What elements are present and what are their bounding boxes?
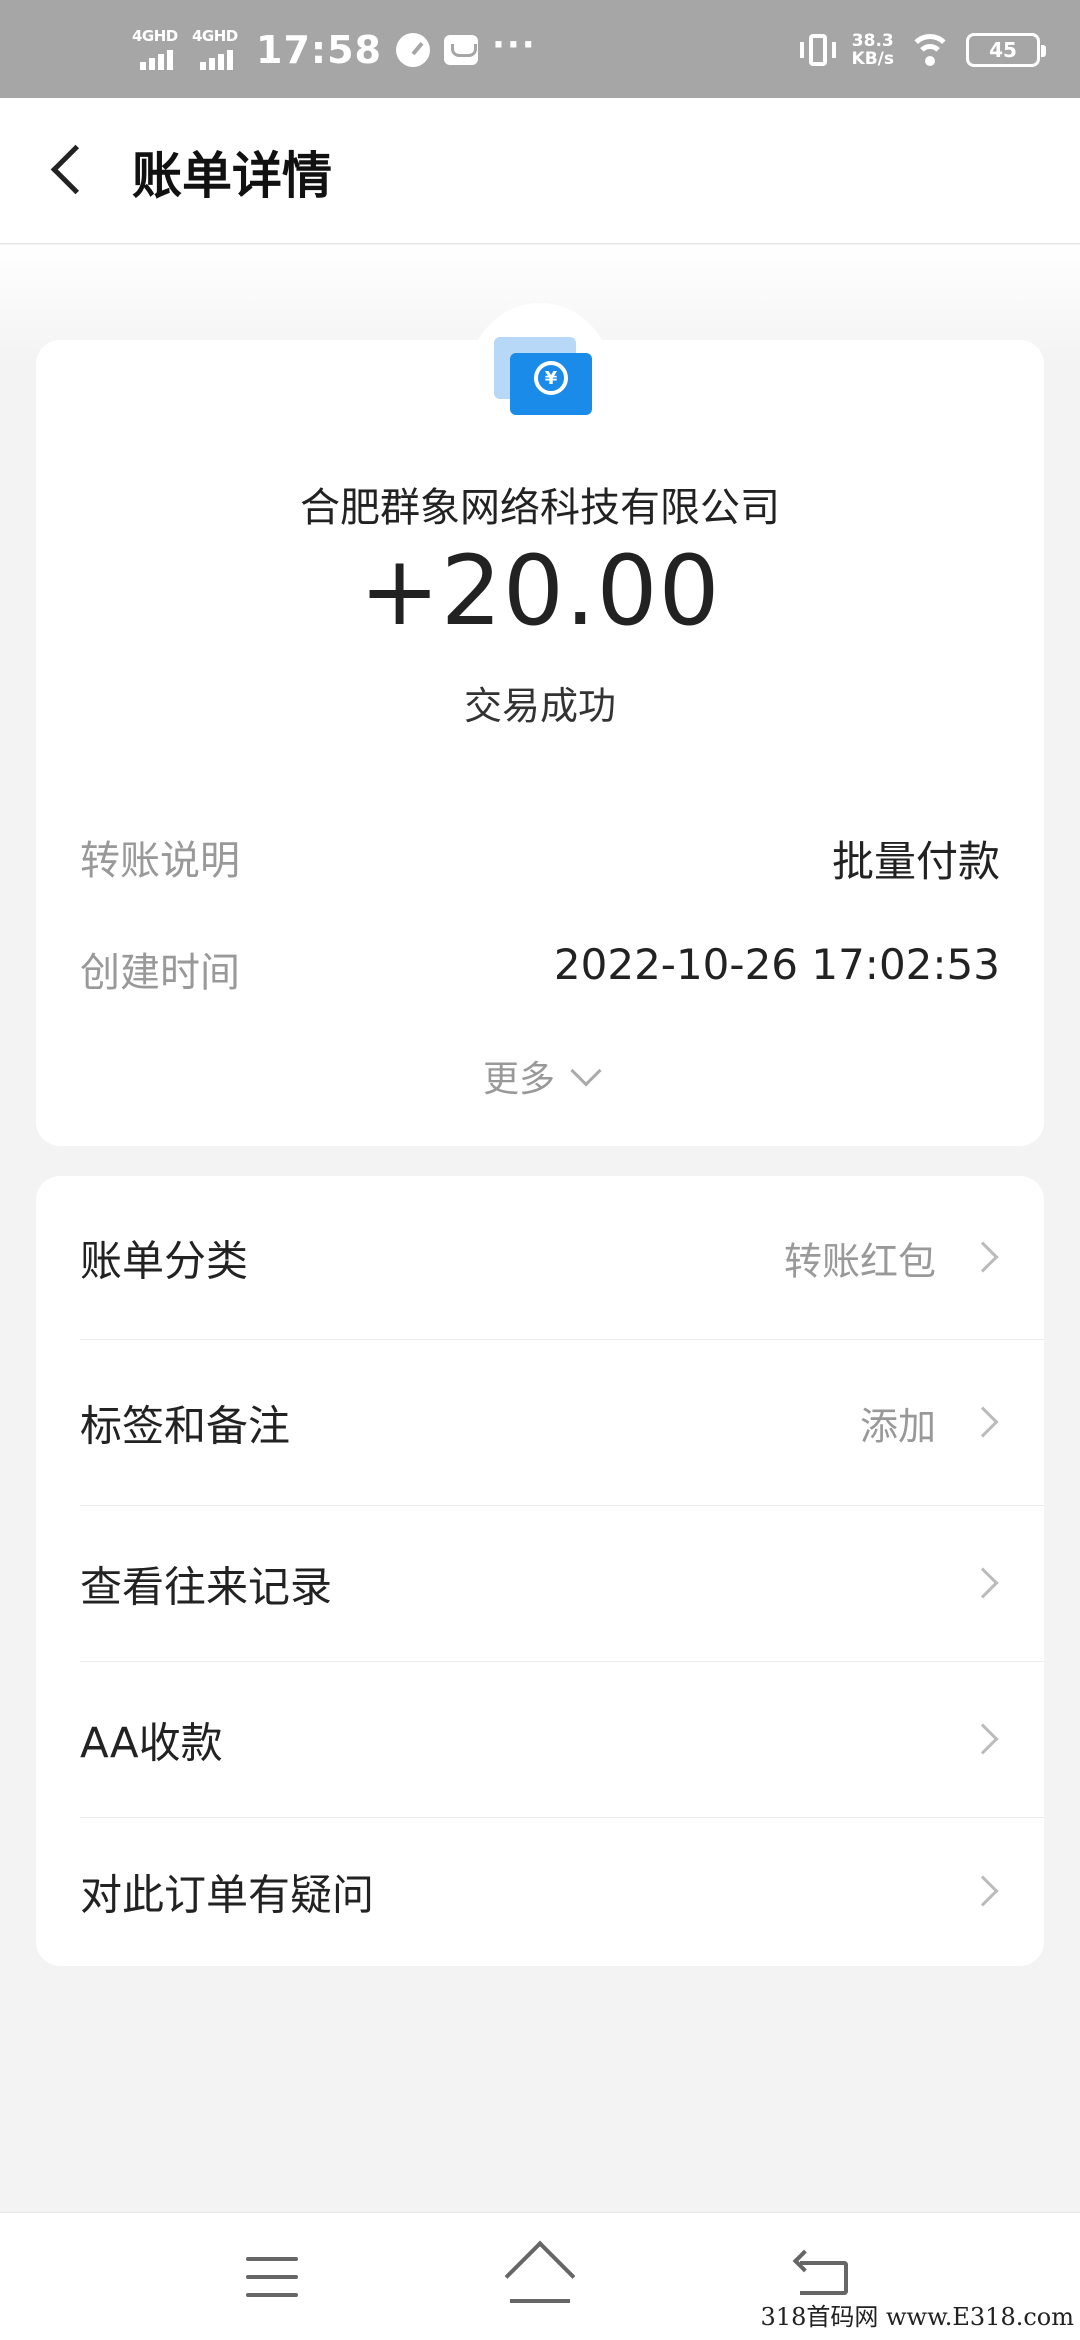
- list-item-label: 账单分类: [80, 1236, 249, 1286]
- chevron-right-icon: [967, 1241, 999, 1273]
- wifi-icon: [908, 32, 952, 68]
- more-details-toggle[interactable]: 更多: [36, 1050, 1044, 1102]
- list-item-order-question[interactable]: 对此订单有疑问: [36, 1818, 1044, 1966]
- watermark: 318首码网 www.E318.com: [760, 2303, 1074, 2331]
- back-icon[interactable]: [792, 2249, 850, 2297]
- back-arrow-icon[interactable]: [40, 140, 100, 200]
- detail-key: 转账说明: [80, 838, 240, 884]
- bill-options-list: 账单分类 转账红包 标签和备注 添加 查看往来记录 AA收款 对此订单有疑问: [36, 1176, 1044, 1966]
- transaction-status: 交易成功: [463, 684, 616, 728]
- detail-value: 批量付款: [831, 837, 1000, 886]
- signal-bars-icon: [200, 50, 233, 70]
- status-left: 4GHD 4GHD 17:58 ···: [132, 20, 537, 80]
- home-icon[interactable]: [504, 2240, 576, 2312]
- list-item-bill-category[interactable]: 账单分类 转账红包: [36, 1176, 1044, 1340]
- merchant-name: 合肥群象网络科技有限公司: [300, 485, 780, 531]
- list-item-label: 查看往来记录: [80, 1562, 333, 1612]
- chevron-right-icon: [967, 1875, 999, 1907]
- status-bar: 4GHD 4GHD 17:58 ··· 38.3 KB/s 45: [0, 0, 1080, 98]
- list-item-value: 转账红包: [783, 1239, 936, 1284]
- list-item-label: AA收款: [80, 1718, 223, 1768]
- more-label: 更多: [482, 1059, 555, 1100]
- list-item-tags-notes[interactable]: 标签和备注 添加: [36, 1340, 1044, 1506]
- more-notifications-icon: ···: [491, 25, 537, 65]
- status-time: 17:58: [256, 28, 382, 72]
- signal-icon-sim1: 4GHD: [132, 28, 178, 72]
- chevron-down-icon: [570, 1055, 602, 1087]
- page-title: 账单详情: [132, 147, 332, 205]
- vibrate-icon: [798, 32, 838, 68]
- network-speed: 38.3 KB/s: [852, 32, 894, 68]
- detail-row-created-time: 创建时间 2022-10-26 17:02:53: [80, 940, 1000, 1000]
- detail-row-transfer-note: 转账说明 批量付款: [80, 828, 1000, 888]
- list-item-view-history[interactable]: 查看往来记录: [36, 1506, 1044, 1662]
- status-right: 38.3 KB/s 45: [798, 20, 1046, 80]
- detail-value: 2022-10-26 17:02:53: [553, 940, 1000, 989]
- detail-key: 创建时间: [80, 950, 240, 996]
- transaction-amount: +20.00: [359, 535, 721, 647]
- list-item-aa-collection[interactable]: AA收款: [36, 1662, 1044, 1818]
- app-header: 账单详情: [0, 98, 1080, 244]
- network-speed-unit: KB/s: [851, 49, 894, 69]
- network-type-2: 4GHD: [192, 27, 238, 45]
- list-item-label: 对此订单有疑问: [80, 1870, 375, 1920]
- menu-icon[interactable]: [246, 2257, 298, 2297]
- transfer-icon: ¥: [494, 337, 594, 417]
- bill-summary-card: 合肥群象网络科技有限公司 +20.00 交易成功 转账说明 批量付款 创建时间 …: [36, 340, 1044, 1146]
- list-item-value: 添加: [859, 1404, 936, 1449]
- list-item-label: 标签和备注: [80, 1401, 291, 1451]
- chevron-right-icon: [967, 1567, 999, 1599]
- network-speed-value: 38.3: [851, 31, 894, 51]
- chevron-right-icon: [967, 1406, 999, 1438]
- battery-level: 45: [989, 38, 1017, 62]
- speedometer-icon: [395, 33, 430, 67]
- merchant-logo: ¥: [470, 303, 610, 443]
- yuan-coin-icon: ¥: [534, 361, 568, 395]
- message-icon: [443, 35, 478, 65]
- signal-icon-sim2: 4GHD: [192, 28, 238, 72]
- network-type-1: 4GHD: [132, 27, 178, 45]
- signal-bars-icon: [140, 50, 173, 70]
- battery-icon: 45: [966, 33, 1046, 67]
- chevron-right-icon: [967, 1723, 999, 1755]
